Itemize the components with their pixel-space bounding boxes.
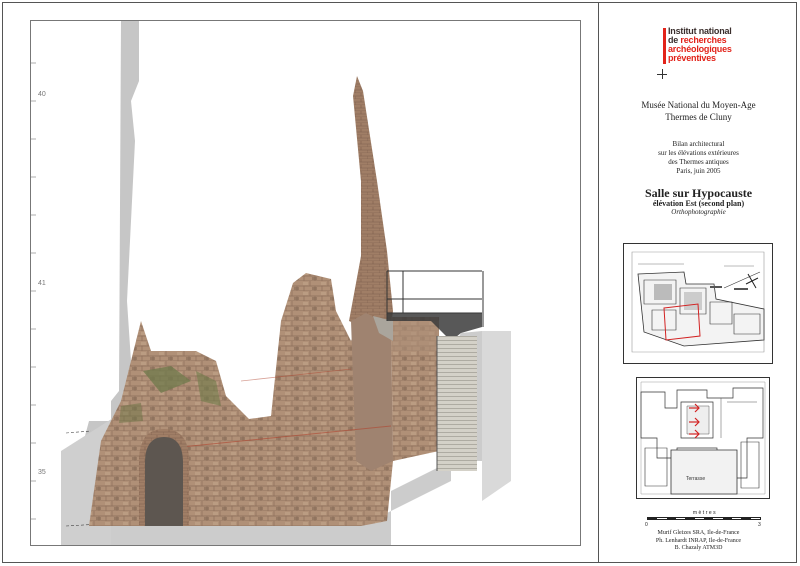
drawing-subtitle: élévation Est (second plan) xyxy=(652,199,745,208)
drawing-frame: 40 41 35 xyxy=(30,20,581,546)
drawing-title: Salle sur Hypocauste xyxy=(644,186,753,200)
scale-end: 3 xyxy=(758,522,761,528)
scale-start: 0 xyxy=(645,522,648,528)
site-plan-map xyxy=(623,243,773,364)
elevation-mark-41: 41 xyxy=(38,280,46,287)
credit-line-2: Ph. Lenhardt INRAP, Ile-de-France xyxy=(655,537,742,544)
bilan-line-1: Bilan architectural xyxy=(672,140,725,148)
scale-unit: mètres xyxy=(692,510,718,516)
scale-bar-graphic xyxy=(647,517,761,520)
title-block: Institut national de recherches archéolo… xyxy=(600,3,797,562)
detail-plan-map: Terrasse xyxy=(636,377,770,499)
site-plan-drawing xyxy=(631,251,765,353)
scale-bar: mètres 0 3 xyxy=(645,510,765,530)
report-description: Bilan architectural sur les élévations e… xyxy=(600,140,797,176)
museum-line-2: Thermes de Cluny xyxy=(665,112,732,122)
museum-line-1: Musée National du Moyen-Age xyxy=(641,100,756,110)
crosshair-icon-v xyxy=(662,69,663,79)
bilan-line-3: des Thermes antiques xyxy=(668,158,729,166)
credit-line-3: B. Chazaly ATM3D xyxy=(674,545,723,551)
logo-line-4: préventives xyxy=(668,53,716,63)
elevation-mark-35: 35 xyxy=(38,469,46,476)
logo-accent-bar xyxy=(663,28,666,64)
drawing-type: Orthophotographie xyxy=(671,208,726,216)
orthophoto-elevation xyxy=(31,21,511,545)
bilan-line-2: sur les élévations extérieures xyxy=(658,149,739,157)
credit-line-1: Murif Gleizes SRA, Ile-de-France xyxy=(657,530,740,536)
credits: Murif Gleizes SRA, Ile-de-France Ph. Len… xyxy=(600,530,797,553)
sheet-divider xyxy=(598,2,599,563)
elevation-mark-40: 40 xyxy=(38,91,46,98)
terrasse-label: Terrasse xyxy=(686,476,706,482)
inrap-logo: Institut national de recherches archéolo… xyxy=(660,25,780,85)
museum-name: Musée National du Moyen-Age Thermes de C… xyxy=(600,99,797,123)
bilan-line-4: Paris, juin 2005 xyxy=(676,167,721,175)
